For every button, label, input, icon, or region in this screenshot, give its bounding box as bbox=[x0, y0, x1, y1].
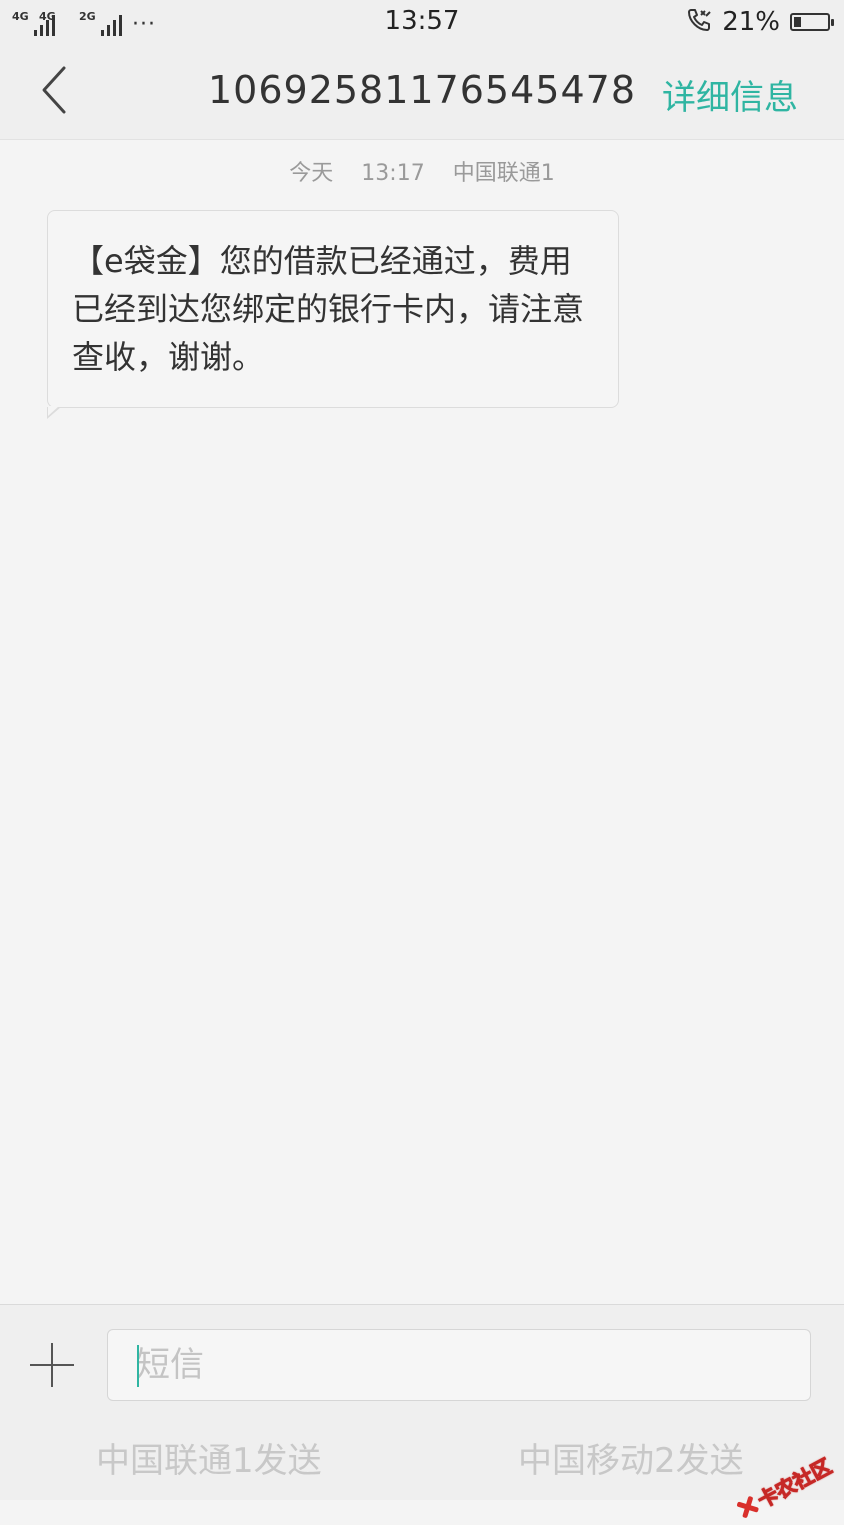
battery-percent: 21% bbox=[722, 7, 780, 37]
message-bubble[interactable]: 【e袋金】您的借款已经通过，费用已经到达您绑定的银行卡内，请注意查收，谢谢。 bbox=[47, 210, 619, 419]
timestamp-time: 13:17 bbox=[361, 161, 425, 186]
timestamp-sim: 中国联通1 bbox=[452, 161, 555, 186]
message-timestamp: 今天 13:17 中国联通1 bbox=[0, 155, 844, 187]
message-text: 【e袋金】您的借款已经通过，费用已经到达您绑定的银行卡内，请注意查收，谢谢。 bbox=[72, 242, 585, 376]
status-right-group: 21% bbox=[686, 6, 834, 38]
battery-icon bbox=[790, 13, 834, 31]
composer-bar: 中国联通1发送 中国移动2发送 bbox=[0, 1304, 844, 1500]
add-attachment-button[interactable] bbox=[28, 1341, 76, 1389]
status-bar: 4G 4G 2G ··· 13:57 21% bbox=[0, 0, 844, 44]
send-sim1-button[interactable]: 中国联通1发送 bbox=[96, 1433, 322, 1482]
sms-input[interactable] bbox=[107, 1329, 811, 1401]
conversation-header: 10692581176545478 详细信息 bbox=[0, 44, 844, 140]
send-sim2-button[interactable]: 中国移动2发送 bbox=[518, 1433, 744, 1482]
call-icon bbox=[686, 7, 712, 37]
timestamp-day: 今天 bbox=[289, 161, 334, 186]
details-button[interactable]: 详细信息 bbox=[662, 70, 798, 119]
battery-level-fill bbox=[794, 17, 801, 27]
text-cursor bbox=[137, 1345, 139, 1387]
